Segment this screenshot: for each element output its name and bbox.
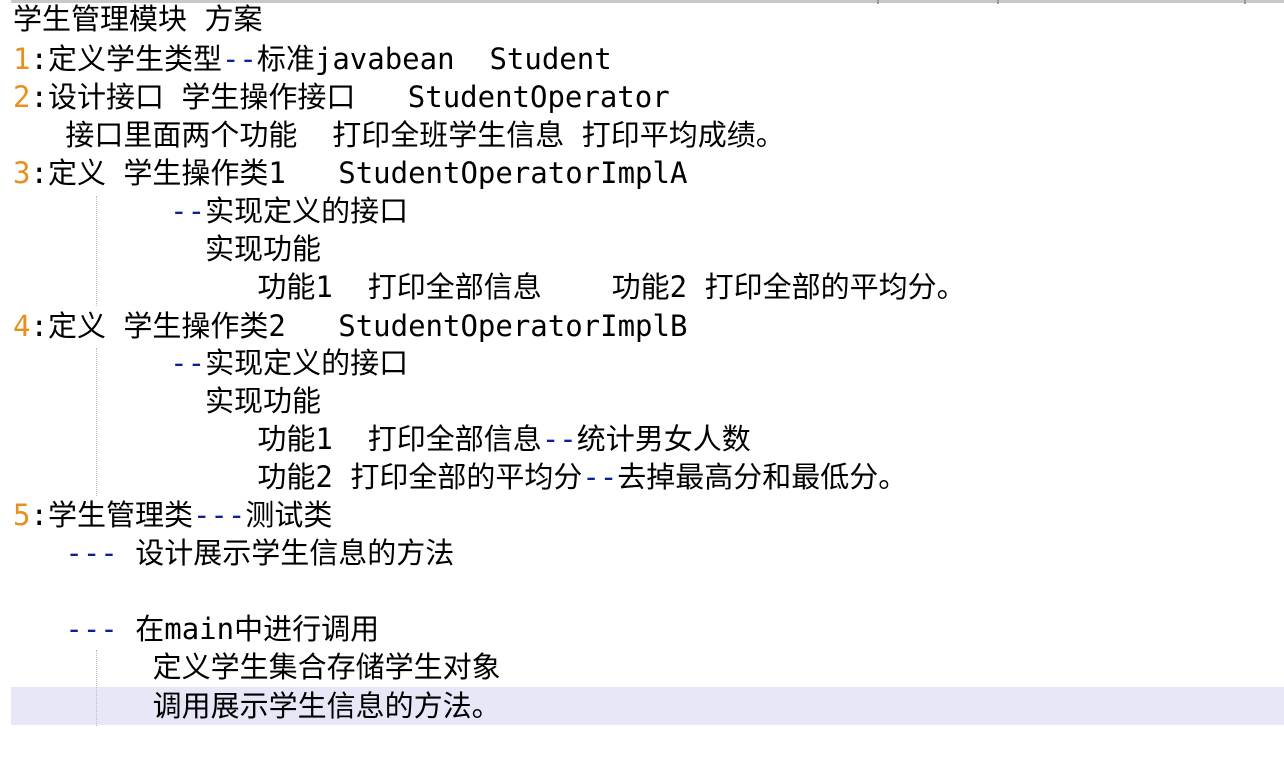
editor-gutter — [0, 0, 11, 762]
editor-line-10: --实现定义的接口 — [170, 346, 409, 380]
ruler-tick — [1244, 0, 1246, 4]
editor-line-1: 学生管理模块 方案 — [13, 2, 263, 36]
editor-line-18: 定义学生集合存储学生对象 — [13, 650, 501, 684]
editor-line-5: 3:定义 学生操作类1 StudentOperatorImplA — [13, 156, 688, 190]
editor-line-2: 1:定义学生类型--标准javabean Student — [13, 42, 612, 76]
editor-line-12: 功能1 打印全部信息--统计男女人数 — [13, 422, 751, 456]
editor-line-4: 接口里面两个功能 打印全班学生信息 打印平均成绩。 — [13, 118, 785, 152]
editor-line-17: --- 在main中进行调用 — [65, 612, 380, 646]
editor-line-11: 实现功能 — [13, 384, 322, 418]
editor-line-8: 功能1 打印全部信息 功能2 打印全部的平均分。 — [13, 270, 966, 304]
editor-line-9: 4:定义 学生操作类2 StudentOperatorImplB — [13, 309, 688, 343]
editor-line-7: 实现功能 — [13, 232, 322, 266]
editor-line-15: --- 设计展示学生信息的方法 — [65, 536, 455, 570]
editor-line-13: 功能2 打印全部的平均分--去掉最高分和最低分。 — [13, 460, 908, 494]
editor-line-6: --实现定义的接口 — [170, 194, 409, 228]
ruler-tick — [877, 0, 879, 4]
editor-line-14: 5:学生管理类---测试类 — [13, 498, 333, 532]
editor-line-19: 调用展示学生信息的方法。 — [13, 689, 501, 723]
ruler-tick — [997, 0, 999, 4]
editor-line-3: 2:设计接口 学生操作接口 StudentOperator — [13, 80, 670, 114]
